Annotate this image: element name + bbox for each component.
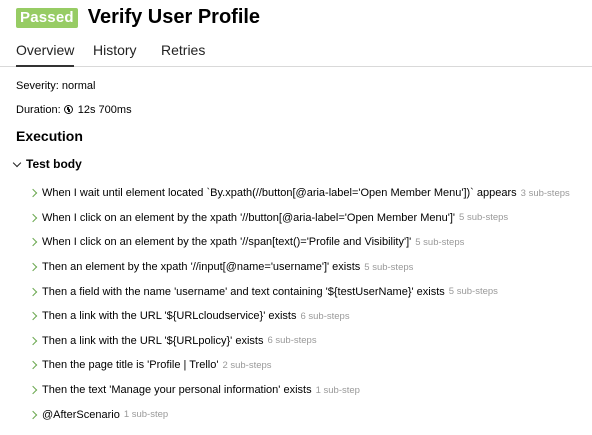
step-text: Then a link with the URL '${URLpolicy}' … xyxy=(42,334,264,347)
step-text: When I wait until element located `By.xp… xyxy=(42,187,517,200)
step-list: When I wait until element located `By.xp… xyxy=(28,181,590,427)
test-header: Passed Verify User Profile xyxy=(16,6,260,29)
chevron-right-icon xyxy=(28,385,38,395)
substep-count: 5 sub-steps xyxy=(448,286,498,298)
step-row[interactable]: Then the page title is 'Profile | Trello… xyxy=(28,353,590,378)
step-text: @AfterScenario xyxy=(42,408,120,421)
page-title: Verify User Profile xyxy=(87,6,261,28)
execution-title: Execution xyxy=(16,128,83,144)
duration-row: Duration: 12s 700ms xyxy=(16,104,132,116)
tab-overview[interactable]: Overview xyxy=(16,42,75,67)
chevron-right-icon xyxy=(28,189,38,198)
substep-count: 6 sub-steps xyxy=(267,335,317,347)
chevron-right-icon xyxy=(28,262,38,272)
chevron-right-icon xyxy=(28,361,38,370)
substep-count: 3 sub-steps xyxy=(520,187,570,199)
step-row[interactable]: When I wait until element located `By.xp… xyxy=(28,181,590,206)
step-row[interactable]: Then a link with the URL '${URLcloudserv… xyxy=(28,304,590,329)
substep-count: 6 sub-steps xyxy=(300,310,350,322)
step-row[interactable]: When I click on an element by the xpath … xyxy=(28,206,590,231)
step-row[interactable]: Then a link with the URL '${URLpolicy}' … xyxy=(28,329,590,354)
chevron-right-icon xyxy=(28,287,38,296)
status-badge: Passed xyxy=(16,7,78,28)
step-row[interactable]: Then an element by the xpath '//input[@n… xyxy=(28,255,590,280)
substep-count: 5 sub-steps xyxy=(415,236,465,248)
substep-count: 1 sub-step xyxy=(315,384,360,396)
step-row[interactable]: When I click on an element by the xpath … xyxy=(28,230,590,255)
step-text: Then an element by the xpath '//input[@n… xyxy=(42,261,361,274)
clock-icon xyxy=(63,105,73,114)
step-row[interactable]: Then the text 'Manage your personal info… xyxy=(28,378,590,403)
step-row[interactable]: @AfterScenario 1 sub-step xyxy=(28,402,590,427)
tab-bar: Overview History Retries xyxy=(0,34,592,67)
substep-count: 5 sub-steps xyxy=(364,261,414,273)
chevron-right-icon xyxy=(28,238,38,247)
severity-text: Severity: normal xyxy=(16,80,96,92)
step-text: Then the page title is 'Profile | Trello… xyxy=(42,359,219,372)
chevron-down-icon xyxy=(12,158,22,167)
substep-count: 1 sub-step xyxy=(123,409,169,421)
chevron-right-icon xyxy=(28,213,38,223)
step-text: Then the text 'Manage your personal info… xyxy=(42,384,312,397)
step-text: When I click on an element by the xpath … xyxy=(42,211,456,224)
step-row[interactable]: Then a field with the name 'username' an… xyxy=(28,279,590,304)
chevron-right-icon xyxy=(28,312,38,321)
duration-value: 12s 700ms xyxy=(77,104,132,116)
substep-count: 5 sub-steps xyxy=(459,212,509,224)
step-text: When I click on an element by the xpath … xyxy=(42,236,412,249)
test-body-toggle[interactable]: Test body xyxy=(12,157,82,171)
tab-history[interactable]: History xyxy=(93,42,137,58)
tab-retries[interactable]: Retries xyxy=(161,42,205,58)
chevron-right-icon xyxy=(28,336,38,346)
test-body-label: Test body xyxy=(26,157,82,171)
substep-count: 2 sub-steps xyxy=(222,359,272,371)
step-text: Then a link with the URL '${URLcloudserv… xyxy=(42,310,297,323)
step-text: Then a field with the name 'username' an… xyxy=(42,285,445,298)
chevron-right-icon xyxy=(28,410,38,419)
duration-label: Duration: xyxy=(16,104,61,116)
